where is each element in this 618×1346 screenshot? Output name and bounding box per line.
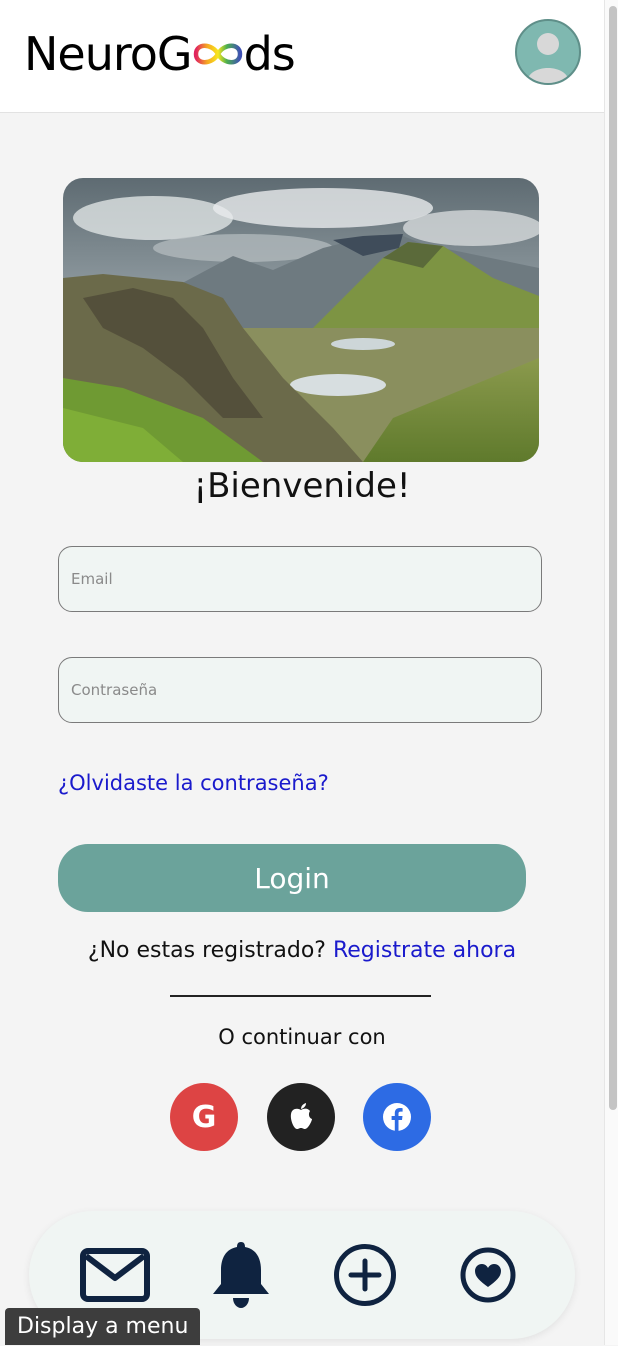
continue-with-label: O continuar con: [218, 1025, 386, 1049]
apple-icon: [290, 1103, 312, 1129]
app-logo[interactable]: NeuroG ds: [24, 26, 296, 82]
user-icon: [527, 33, 569, 83]
scrollbar-thumb[interactable]: [609, 6, 617, 1110]
mail-icon: [80, 1248, 150, 1302]
bell-icon: [213, 1242, 269, 1308]
email-field[interactable]: [58, 546, 542, 612]
landscape-image-icon: [63, 178, 539, 462]
favorites-nav-button[interactable]: [459, 1246, 517, 1304]
top-header: NeuroG ds: [0, 0, 604, 113]
plus-circle-icon: [334, 1244, 396, 1306]
display-menu-tooltip: Display a menu: [5, 1308, 201, 1345]
register-link[interactable]: Registrate ahora: [333, 938, 516, 963]
infinity-logo-icon: [193, 43, 242, 65]
welcome-heading: ¡Bienvenide!: [193, 466, 411, 506]
divider: [170, 995, 431, 997]
not-registered-text: ¿No estas registrado?: [87, 938, 326, 963]
facebook-login-button[interactable]: [363, 1083, 431, 1151]
facebook-icon: [383, 1103, 411, 1131]
avatar[interactable]: [515, 19, 581, 85]
google-login-button[interactable]: G: [170, 1083, 238, 1151]
google-icon: G: [191, 1099, 217, 1135]
register-prompt: ¿No estas registrado? Registrate ahora: [0, 938, 604, 963]
add-nav-button[interactable]: [332, 1242, 398, 1308]
logo-text-start: NeuroG: [24, 27, 193, 81]
login-button[interactable]: Login: [58, 844, 526, 912]
messages-nav-button[interactable]: [79, 1245, 151, 1305]
notifications-nav-button[interactable]: [209, 1239, 273, 1311]
hero-landscape-image: [63, 178, 539, 462]
forgot-password-link[interactable]: ¿Olvidaste la contraseña?: [58, 771, 329, 795]
logo-text-end: ds: [243, 27, 296, 81]
apple-login-button[interactable]: [267, 1083, 335, 1151]
password-field[interactable]: [58, 657, 542, 723]
heart-circle-icon: [460, 1247, 516, 1303]
